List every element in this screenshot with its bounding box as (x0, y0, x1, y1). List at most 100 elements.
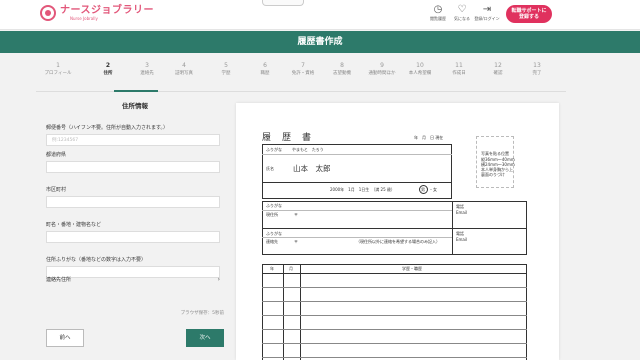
contact-postal-mark: 〒 (294, 239, 298, 244)
step-number: 10 (416, 62, 424, 69)
contact-label: 連絡先 (266, 239, 278, 244)
step-label: 証明写真 (175, 71, 193, 76)
step-label: 本人希望欄 (408, 71, 432, 76)
nav-login-label: 登録/ログイン (474, 16, 500, 21)
step-8[interactable]: 8 志望動機 (322, 62, 362, 78)
step-5[interactable]: 5 学歴 (206, 62, 246, 78)
step-label: 作成日 (452, 71, 466, 76)
step-label: 学歴 (221, 71, 231, 76)
step-9[interactable]: 9 通勤時間ほか (362, 62, 402, 78)
step-number: 9 (380, 62, 384, 69)
nav-favorites[interactable]: ♡ 気になる (448, 4, 476, 22)
postal-code-label: 郵便番号（ハイフン不要。住所が自動入力されます。） (46, 125, 169, 131)
next-button[interactable]: 次へ (186, 329, 224, 347)
prev-button[interactable]: 前へ (46, 329, 84, 347)
site-logo[interactable]: ナースジョブラリー Nurse Jobrally (40, 5, 154, 21)
logo-title: ナースジョブラリー (60, 5, 154, 16)
nav-favorites-label: 気になる (454, 16, 470, 21)
support-line2: 登録する (518, 14, 539, 20)
nav-history-label: 閲覧履歴 (430, 16, 446, 21)
step-label: 通勤時間ほか (368, 71, 396, 76)
step-label: 連絡先 (140, 71, 154, 76)
city-input[interactable] (46, 196, 220, 208)
history-year-header: 年 (270, 266, 274, 271)
step-label: 免許・資格 (291, 71, 315, 76)
step-label: プロフィール (44, 71, 72, 76)
logo-subtitle: Nurse Jobrally (70, 16, 98, 21)
contact-address-label: 連絡先住所 (46, 277, 72, 283)
furigana-label: ふりがな (266, 147, 282, 152)
active-step-indicator (114, 90, 158, 92)
prefecture-input[interactable] (46, 161, 220, 173)
step-number: 11 (455, 62, 463, 69)
logo-mark-icon (40, 5, 56, 21)
contact-note: （現住所以外に連絡を希望する場合のみ記入） (356, 239, 440, 244)
postal-code-input[interactable]: 例:1234567 (46, 134, 220, 146)
step-number: 4 (182, 62, 186, 69)
step-3[interactable]: 3 連絡先 (127, 62, 167, 78)
gender-female: ・女 (429, 187, 437, 192)
nav-login[interactable]: ⇥ 登録/ログイン (473, 4, 501, 22)
step-progress: 1 プロフィール 2 住所 3 連絡先 4 証明写真 5 学歴 6 職歴 7 免許・資格 8 志… (36, 62, 566, 92)
contact-address-toggle[interactable]: 連絡先住所 › (46, 276, 224, 284)
step-1[interactable]: 1 プロフィール (38, 62, 78, 78)
step-number: 6 (263, 62, 267, 69)
support-register-button[interactable]: 転職サポートに 登録する (506, 5, 552, 23)
address-label: 現住所 (266, 212, 278, 217)
heart-icon: ♡ (457, 4, 467, 15)
form-section-title: 住所情報 (122, 102, 148, 110)
step-13[interactable]: 13 完了 (517, 62, 557, 78)
history-table (262, 264, 527, 360)
step-2[interactable]: 2 住所 (88, 62, 128, 78)
photo-note: 裏面のりづけ (481, 172, 505, 177)
step-10[interactable]: 10 本人希望欄 (400, 62, 440, 78)
name-value: 山本 太郎 (293, 164, 331, 173)
address-postal-mark: 〒 (294, 212, 298, 217)
step-label: 職歴 (260, 71, 270, 76)
step-number: 2 (105, 62, 111, 69)
contact-email-label: Email (456, 237, 468, 242)
step-label: 志望動機 (333, 71, 351, 76)
resume-preview: 履 歴 書 年 月 日 現在 ふりがな やまもと たろう 氏名 山本 太郎 20… (236, 103, 559, 360)
history-title-header: 学歴・職歴 (402, 266, 422, 271)
step-number: 8 (340, 62, 344, 69)
step-number: 12 (494, 62, 502, 69)
step-7[interactable]: 7 免許・資格 (283, 62, 323, 78)
page-title: 履歴書作成 (0, 31, 640, 53)
furigana-value: やまもと たろう (292, 147, 324, 152)
prefecture-label: 都道府県 (46, 152, 67, 158)
step-number: 1 (56, 62, 60, 69)
address-form: 住所情報 郵便番号（ハイフン不要。住所が自動入力されます。） 例:1234567… (46, 100, 224, 278)
step-11[interactable]: 11 作成日 (439, 62, 479, 78)
email-label: Email (456, 210, 468, 215)
step-label: 確認 (493, 71, 503, 76)
step-label: 住所 (103, 71, 113, 76)
login-icon: ⇥ (482, 4, 492, 15)
resume-title: 履 歴 書 (262, 133, 313, 143)
street-input[interactable] (46, 231, 220, 243)
step-6[interactable]: 6 職歴 (245, 62, 285, 78)
step-number: 7 (301, 62, 305, 69)
name-label: 氏名 (266, 166, 274, 171)
contact-furigana-label: ふりがな (266, 231, 282, 236)
step-12[interactable]: 12 確認 (478, 62, 518, 78)
site-header: ナースジョブラリー Nurse Jobrally ◷ 閲覧履歴 ♡ 気になる ⇥… (0, 0, 640, 30)
step-4[interactable]: 4 証明写真 (164, 62, 204, 78)
clock-icon: ◷ (433, 4, 443, 15)
address-furigana-label: ふりがな (266, 203, 282, 208)
step-number: 13 (533, 62, 541, 69)
chevron-right-icon: › (217, 276, 220, 283)
photo-area: 写真を貼る位置 縦36mm〜40mm 横24mm〜30mm 本人単身胸から上 裏… (476, 136, 515, 188)
birth-date: 2000年 1月 1日生 （満 25 歳） (330, 187, 395, 192)
resume-date: 年 月 日 現在 (414, 135, 444, 140)
top-tab-handle[interactable] (262, 0, 304, 6)
gender-male: 男 (421, 187, 425, 192)
street-label: 町名・番地・建物名など (46, 222, 102, 228)
save-status: ブラウザ保存：5秒前 (180, 311, 224, 316)
step-number: 5 (224, 62, 228, 69)
step-number: 3 (145, 62, 149, 69)
history-month-header: 月 (289, 266, 293, 271)
step-label: 完了 (532, 71, 542, 76)
address-kana-label: 住所ふりがな（番地などの数字は入力不要） (46, 257, 147, 263)
city-label: 市区町村 (46, 187, 67, 193)
